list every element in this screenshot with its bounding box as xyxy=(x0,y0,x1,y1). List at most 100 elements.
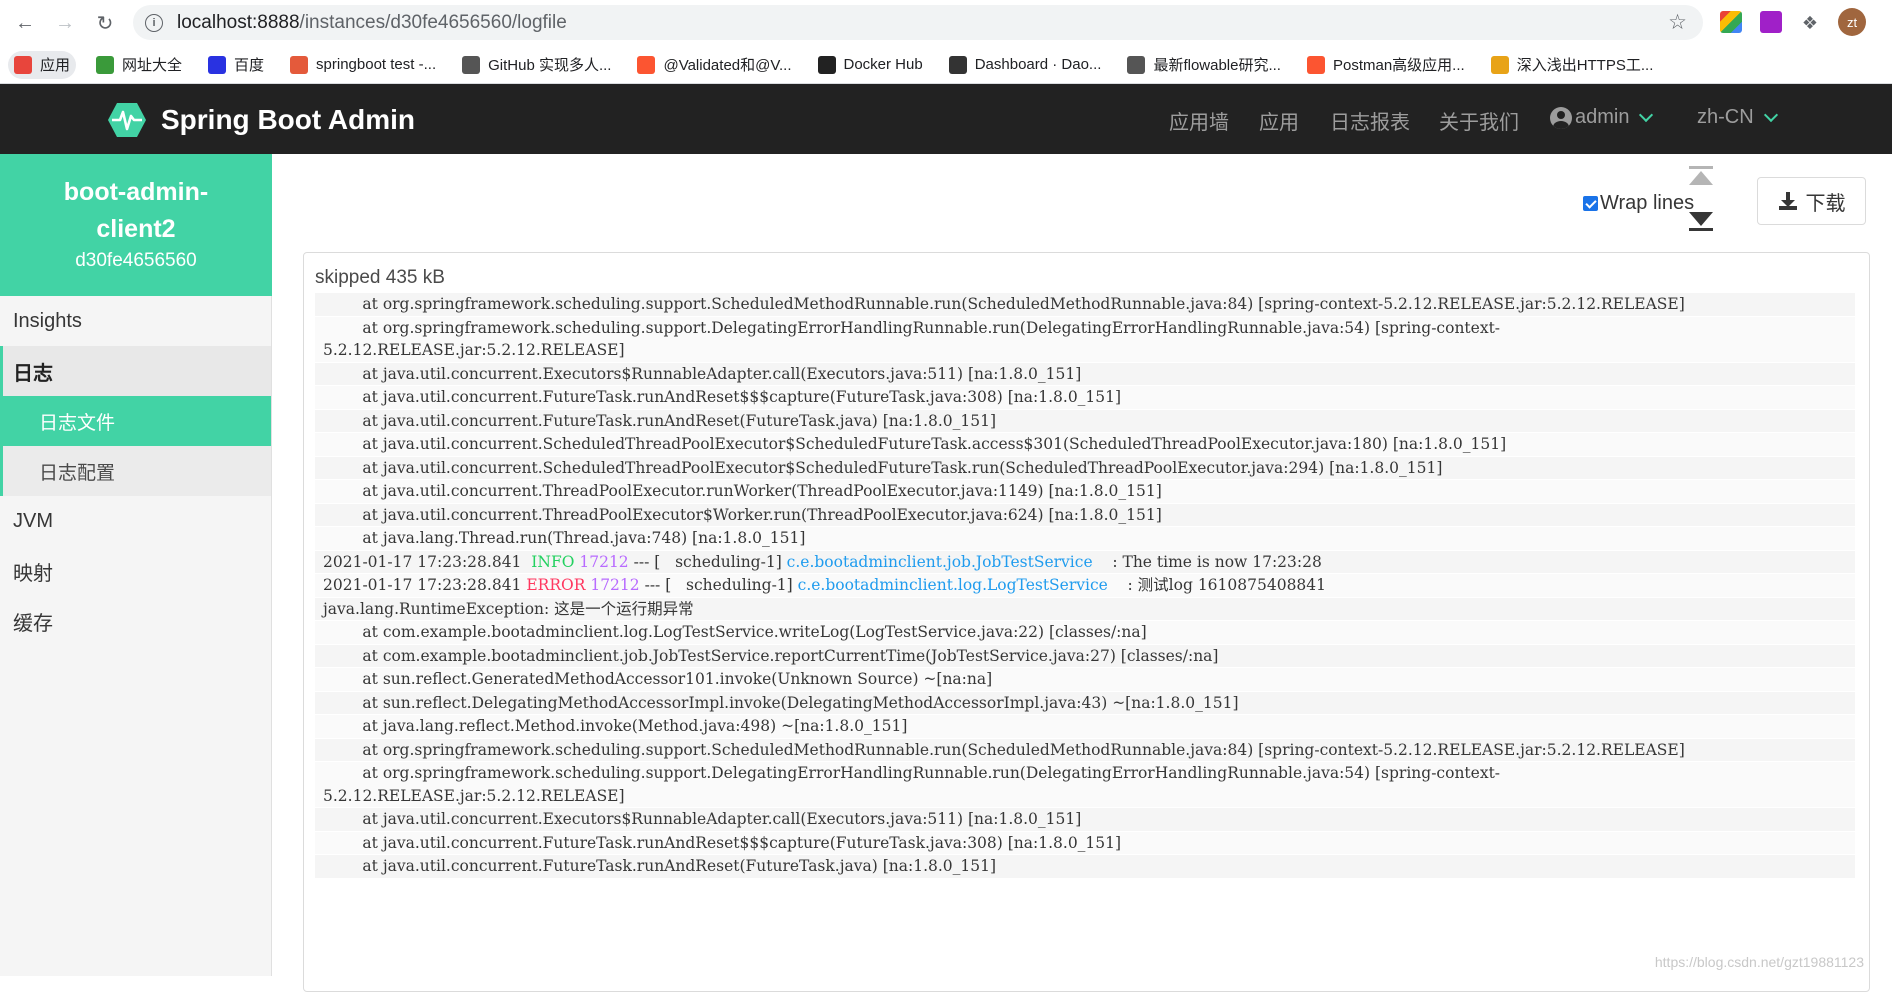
log-line: at java.lang.reflect.Method.invoke(Metho… xyxy=(315,715,1855,739)
forward-icon[interactable]: → xyxy=(50,8,80,38)
log-lines: at org.springframework.scheduling.suppor… xyxy=(315,293,1855,879)
app-header: Spring Boot Admin 应用墙 应用 日志报表 关于我们 admin… xyxy=(0,84,1892,154)
bookmark-label: 深入浅出HTTPS工... xyxy=(1516,57,1654,74)
flask-icon xyxy=(1127,55,1146,74)
log-line: at org.springframework.scheduling.suppor… xyxy=(315,762,1855,808)
bookmark-label: GitHub 实现多人... xyxy=(488,57,612,74)
url-text[interactable]: localhost:8888/instances/d30fe4656560/lo… xyxy=(177,12,567,34)
instance-card: boot-admin-client2 d30fe4656560 xyxy=(0,154,272,296)
bookmark-item[interactable]: 百度 xyxy=(202,51,270,79)
log-line: at java.util.concurrent.FutureTask.runAn… xyxy=(315,831,1855,855)
bookmark-label: 百度 xyxy=(234,57,265,74)
nav-wallboard[interactable]: 应用墙 xyxy=(1169,106,1229,135)
log-line: at java.lang.Thread.run(Thread.java:748)… xyxy=(315,527,1855,551)
bookmark-label: 应用 xyxy=(40,57,71,74)
csdn-icon xyxy=(1306,55,1325,74)
instance-app-name: boot-admin-client2 xyxy=(63,178,209,243)
brand[interactable]: Spring Boot Admin xyxy=(107,102,415,138)
bookmark-item[interactable]: springboot test -... xyxy=(284,51,442,79)
bookmark-label: 最新flowable研究... xyxy=(1153,57,1281,74)
log-line: at com.example.bootadminclient.job.JobTe… xyxy=(315,644,1855,668)
log-pid: 17212 xyxy=(574,552,629,571)
log-timestamp: 2021-01-17 17:23:28.841 xyxy=(323,576,527,594)
nav-about[interactable]: 关于我们 xyxy=(1439,106,1519,135)
github-icon xyxy=(948,55,967,74)
log-level: INFO xyxy=(526,552,575,571)
bookmark-item[interactable]: 最新flowable研究... xyxy=(1121,51,1287,79)
log-line: at java.util.concurrent.FutureTask.runAn… xyxy=(315,409,1855,433)
log-line: at sun.reflect.DelegatingMethodAccessorI… xyxy=(315,691,1855,715)
address-bar[interactable]: i localhost:8888/instances/d30fe4656560/… xyxy=(133,5,1703,40)
bookmark-item[interactable]: Docker Hub xyxy=(812,51,929,79)
download-button[interactable]: 下载 xyxy=(1757,177,1866,225)
user-name: admin xyxy=(1575,106,1630,128)
log-message: : The time is now 17:23:28 xyxy=(1112,552,1322,571)
log-logger: c.e.bootadminclient.log.LogTestService xyxy=(797,576,1128,594)
bookmark-item[interactable]: 应用 xyxy=(8,50,77,79)
log-line: at java.util.concurrent.FutureTask.runAn… xyxy=(315,386,1855,410)
log-line: at java.util.concurrent.Executors$Runnab… xyxy=(315,362,1855,386)
bookmark-item[interactable]: @Validated和@V... xyxy=(631,51,797,79)
scroll-to-bottom-icon[interactable] xyxy=(1688,178,1714,200)
browser-toolbar: ← → ↻ i localhost:8888/instances/d30fe46… xyxy=(0,0,1892,46)
sidebar-item-insights[interactable]: Insights xyxy=(0,296,271,346)
wrap-lines-label: Wrap lines xyxy=(1600,192,1695,214)
locale-menu[interactable]: zh-CN xyxy=(1697,106,1778,129)
back-icon[interactable]: ← xyxy=(10,8,40,38)
bookmark-item[interactable]: GitHub 实现多人... xyxy=(456,51,617,79)
sidebar-item-logs[interactable]: 日志 xyxy=(0,346,271,396)
sidebar-item-loglevel[interactable]: 日志配置 xyxy=(0,446,271,496)
baidu-icon xyxy=(208,55,227,74)
sidebar-item-logfile[interactable]: 日志文件 xyxy=(0,396,271,446)
bookmark-item[interactable]: 网址大全 xyxy=(90,51,188,79)
log-level: ERROR xyxy=(526,576,586,594)
csdn-icon xyxy=(637,55,656,74)
jianshu-icon xyxy=(290,55,309,74)
extension-colorful-icon[interactable] xyxy=(1720,11,1742,33)
log-thread: --- [ scheduling-1] xyxy=(628,552,787,571)
scroll-to-bottom-arrow-icon[interactable] xyxy=(1688,210,1714,232)
log-line: at org.springframework.scheduling.suppor… xyxy=(315,738,1855,762)
extension-rp-icon[interactable] xyxy=(1760,11,1782,33)
sidebar-item-jvm[interactable]: JVM xyxy=(0,496,271,546)
log-thread: --- [ scheduling-1] xyxy=(639,576,798,594)
nav-applications[interactable]: 应用 xyxy=(1259,106,1299,135)
log-line: at java.util.concurrent.ThreadPoolExecut… xyxy=(315,480,1855,504)
log-line: at java.util.concurrent.ScheduledThreadP… xyxy=(315,433,1855,457)
apps-icon xyxy=(14,55,32,74)
bookmark-item[interactable]: 深入浅出HTTPS工... xyxy=(1485,51,1660,79)
instance-id: d30fe4656560 xyxy=(75,250,197,271)
sidebar-item-caches[interactable]: 缓存 xyxy=(0,596,271,646)
user-menu[interactable]: admin xyxy=(1550,106,1654,129)
brand-name: Spring Boot Admin xyxy=(161,104,416,135)
wrap-lines-checkbox[interactable] xyxy=(1583,196,1598,211)
bookmarks-bar: 应用 网址大全 百度 springboot test -... GitHub 实现多人.… xyxy=(0,46,1892,84)
sidebar-item-mappings[interactable]: 映射 xyxy=(0,546,271,596)
bookmark-item[interactable]: Postman高级应用... xyxy=(1301,51,1471,79)
bookmark-label: @Validated和@V... xyxy=(663,57,792,74)
log-line: at java.util.concurrent.ScheduledThreadP… xyxy=(315,456,1855,480)
log-line: at java.util.concurrent.FutureTask.runAn… xyxy=(315,855,1855,879)
locale-label: zh-CN xyxy=(1697,106,1754,128)
bookmark-label: 网址大全 xyxy=(122,57,183,74)
logfile-viewer[interactable]: skipped 435 kB at org.springframework.sc… xyxy=(303,252,1870,992)
log-line: at java.util.concurrent.Executors$Runnab… xyxy=(315,808,1855,832)
log-logger: c.e.bootadminclient.job.JobTestService xyxy=(786,552,1113,571)
nav-log-report[interactable]: 日志报表 xyxy=(1330,106,1410,135)
chevron-down-icon xyxy=(1639,107,1654,122)
spring-boot-admin-logo-icon xyxy=(108,103,146,137)
download-icon xyxy=(1778,192,1797,210)
flask-icon xyxy=(462,55,481,74)
s-icon xyxy=(1490,55,1509,74)
site-info-icon[interactable]: i xyxy=(145,13,163,32)
extensions-puzzle-icon[interactable]: ❖ xyxy=(1795,8,1825,38)
bookmark-star-icon[interactable]: ☆ xyxy=(1668,10,1687,35)
wrap-lines-toggle[interactable]: Wrap lines xyxy=(1583,192,1694,215)
log-message: : 测试log 1610875408841 xyxy=(1127,576,1327,594)
docker-icon xyxy=(817,55,836,74)
profile-avatar[interactable]: zt xyxy=(1838,8,1866,36)
reload-icon[interactable]: ↻ xyxy=(90,8,120,38)
bookmark-item[interactable]: Dashboard · Dao... xyxy=(943,51,1108,79)
log-line: at org.springframework.scheduling.suppor… xyxy=(315,293,1855,317)
log-line: 2021-01-17 17:23:28.841 INFO 17212 --- [… xyxy=(315,550,1855,574)
